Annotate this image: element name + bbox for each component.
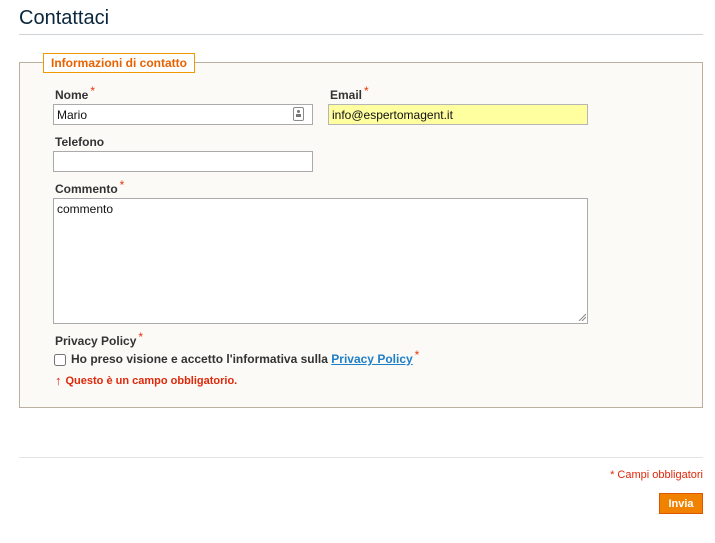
required-fields-note: * Campi obbligatori [610,469,703,481]
submit-button[interactable]: Invia [659,493,703,514]
comment-textarea[interactable]: commento [53,198,588,324]
privacy-label-text: Privacy Policy [55,334,137,348]
name-label: Nome * [55,85,95,102]
page-title: Contattaci [19,7,110,29]
contact-card-icon[interactable] [293,107,304,121]
comment-label-text: Commento [55,182,118,196]
name-label-text: Nome [55,88,89,102]
email-input[interactable] [328,104,588,125]
required-marker: * [119,178,125,192]
phone-input[interactable] [53,151,313,172]
privacy-checkbox-label[interactable]: Ho preso visione e accetto l'informativa… [71,349,419,366]
privacy-error-message: ↑ Questo è un campo obbligatorio. [55,373,238,388]
resize-grip-icon[interactable] [578,313,586,321]
privacy-checkbox-text: Ho preso visione e accetto l'informativa… [71,352,332,366]
buttons-divider [19,457,703,458]
privacy-checkbox[interactable] [54,354,66,366]
up-arrow-icon: ↑ [55,373,62,388]
comment-label: Commento * [55,179,124,196]
privacy-policy-link[interactable]: Privacy Policy [331,352,412,366]
required-marker: * [364,84,369,98]
required-marker: * [138,330,144,344]
required-marker: * [414,348,420,362]
privacy-label: Privacy Policy * [55,331,143,348]
phone-label: Telefono [55,136,104,148]
email-label: Email * [330,85,369,102]
title-divider [19,34,703,35]
name-input[interactable] [53,104,313,125]
required-marker: * [90,84,96,98]
fieldset-legend: Informazioni di contatto [43,53,195,73]
error-text: Questo è un campo obbligatorio. [65,375,238,387]
email-label-text: Email [330,88,363,102]
phone-label-text: Telefono [55,135,105,149]
